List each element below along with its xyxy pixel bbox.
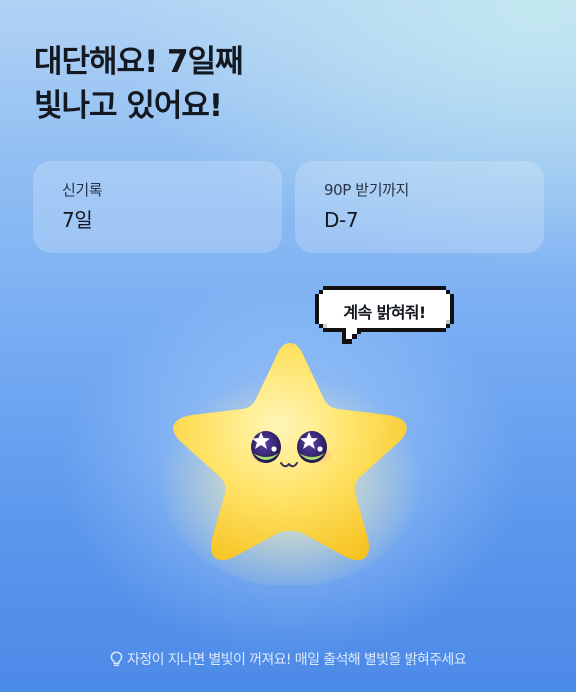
headline-line-2: 빛나고 있어요!: [34, 88, 223, 124]
headline: 대단해요! 7일째 빛나고 있어요!: [34, 40, 244, 128]
lightbulb-icon: [110, 651, 123, 667]
reward-countdown: D-7: [324, 208, 359, 232]
star-mascot[interactable]: [150, 325, 430, 587]
record-value: 7일: [62, 208, 93, 232]
record-card: 신기록 7일: [33, 161, 282, 253]
footer-text: 자정이 지나면 별빛이 꺼져요! 매일 출석해 별빛을 밝혀주세요: [127, 652, 467, 668]
reward-label: 90P 받기까지: [324, 181, 409, 199]
bubble-text: 계속 밝혀줘!: [343, 303, 426, 322]
headline-line-1: 대단해요! 7일째: [34, 44, 244, 80]
footer-tip: 자정이 지나면 별빛이 꺼져요! 매일 출석해 별빛을 밝혀주세요: [0, 650, 576, 670]
record-label: 신기록: [62, 181, 103, 199]
star-character-icon: [158, 343, 422, 587]
right-eye: [297, 431, 327, 463]
reward-card: 90P 받기까지 D-7: [295, 161, 544, 253]
left-eye: [251, 431, 281, 463]
